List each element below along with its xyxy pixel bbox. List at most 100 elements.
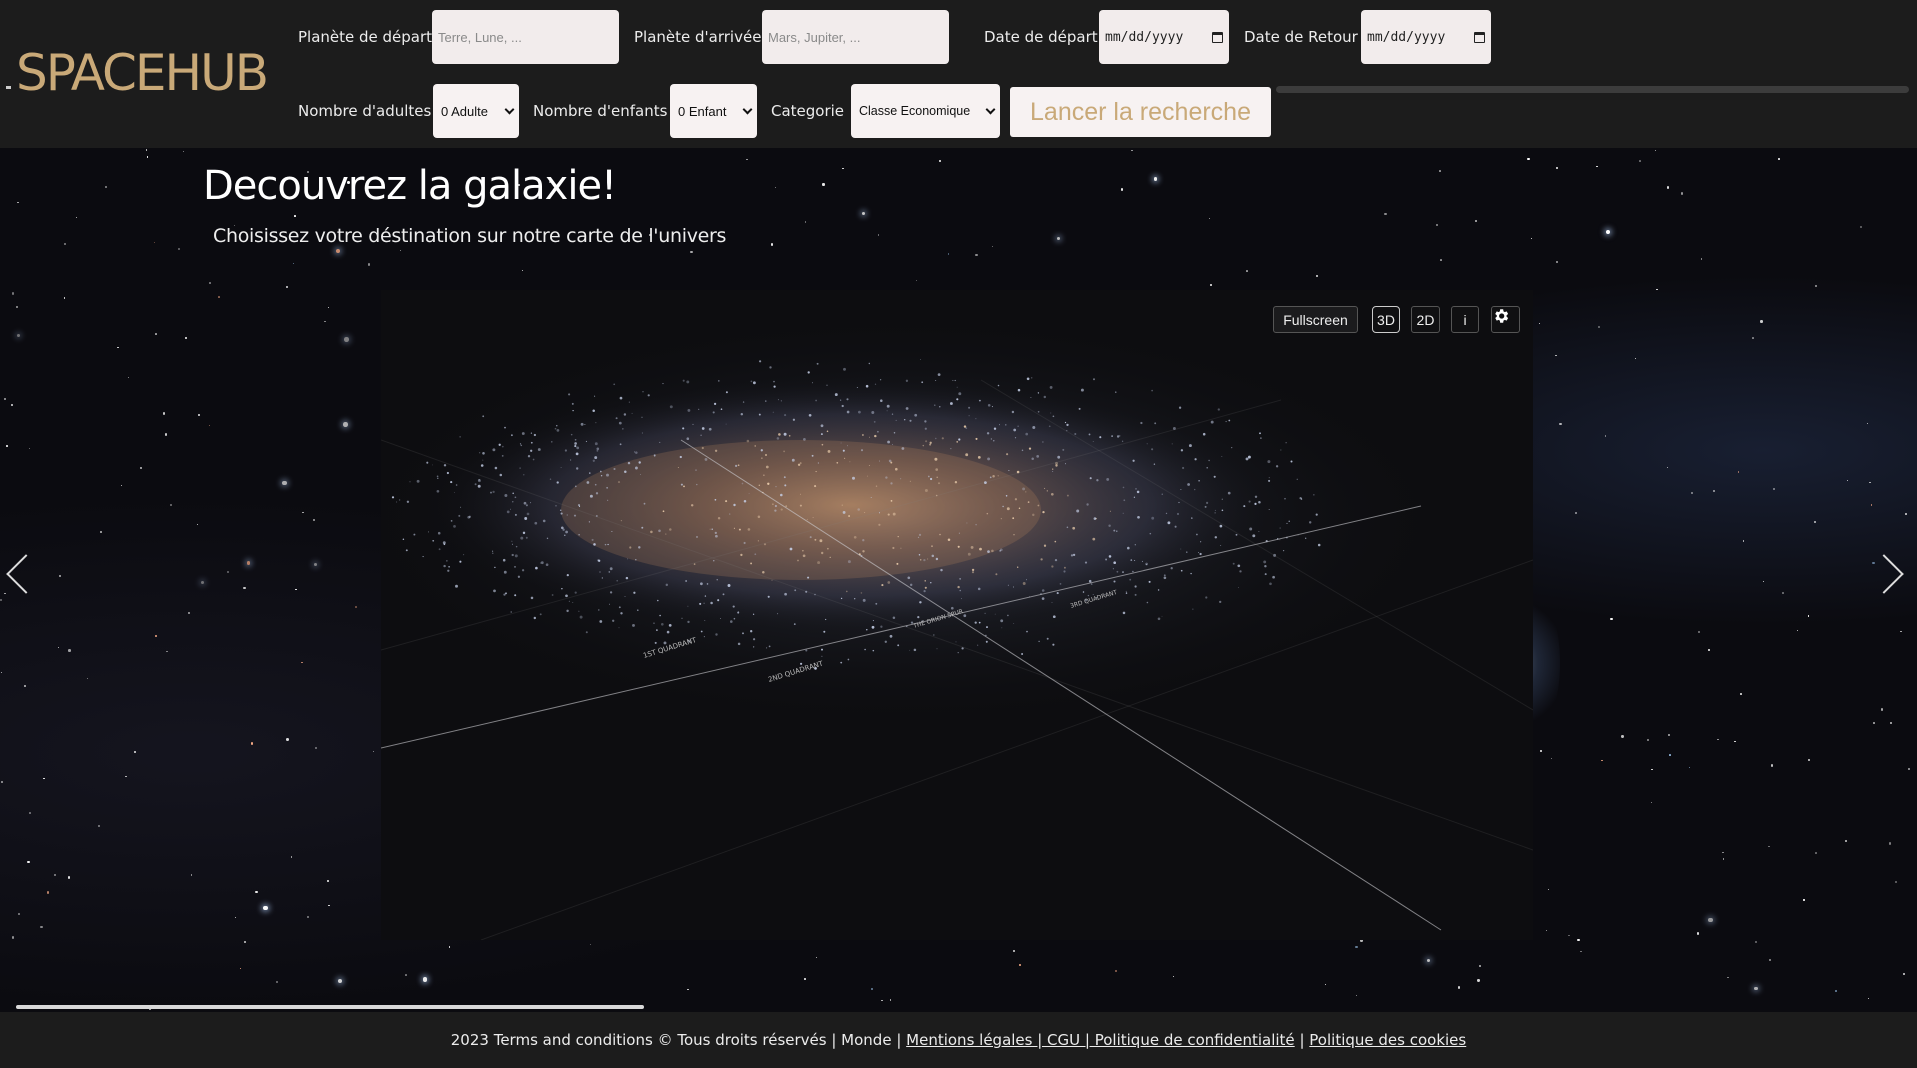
galaxy-star-dot — [1017, 566, 1019, 568]
galaxy-star-dot — [1149, 532, 1152, 535]
galaxy-star-dot — [1116, 570, 1119, 573]
galaxy-star-dot — [1078, 407, 1081, 410]
galaxy-star-dot — [659, 441, 661, 443]
galaxy-star-dot — [977, 587, 981, 591]
calendar-icon[interactable] — [1212, 31, 1223, 43]
view-3d-button[interactable]: 3D — [1372, 306, 1400, 333]
galaxy-star-dot — [1178, 406, 1182, 409]
date-return-input[interactable]: mm/dd/yyyy — [1361, 10, 1491, 64]
galaxy-star-dot — [530, 441, 533, 444]
galaxy-star-dot — [866, 628, 868, 631]
search-button[interactable]: Lancer la recherche — [1010, 87, 1271, 137]
galaxy-star-dot — [1182, 466, 1185, 470]
galaxy-star-dot — [574, 591, 577, 594]
galaxy-star-dot — [1076, 509, 1080, 513]
galaxy-star-dot — [1038, 640, 1040, 643]
galaxy-star-dot — [985, 640, 988, 643]
star — [1727, 976, 1729, 978]
galaxy-star-dot — [860, 449, 864, 452]
children-select[interactable]: 0 Enfant — [670, 84, 757, 138]
adults-select[interactable]: 0 Adulte — [433, 84, 519, 138]
view-2d-button[interactable]: 2D — [1411, 306, 1440, 333]
carousel-progress-bar[interactable] — [16, 1005, 644, 1009]
galaxy-star-dot — [405, 549, 408, 552]
galaxy-star-dot — [458, 514, 461, 517]
galaxy-star-dot — [854, 598, 856, 600]
galaxy-star-dot — [1096, 479, 1099, 482]
galaxy-star-dot — [416, 479, 420, 483]
star — [1647, 739, 1650, 742]
star — [146, 156, 149, 158]
galaxy-star-dot — [1122, 611, 1126, 615]
galaxy-star-dot — [974, 621, 977, 624]
galaxy-star-dot — [765, 400, 767, 402]
adults-select-value: 0 Adulte — [441, 103, 488, 119]
star — [63, 297, 66, 299]
logo[interactable]: SPACEHUB — [16, 44, 269, 102]
galaxy-star-dot — [879, 460, 880, 462]
galaxy-star-dot — [1205, 596, 1208, 599]
galaxy-star-dot — [1286, 522, 1288, 524]
galaxy-star-dot — [1005, 424, 1007, 426]
star — [889, 999, 892, 1001]
date-depart-input[interactable]: mm/dd/yyyy — [1099, 10, 1229, 64]
galaxy-star-dot — [924, 427, 927, 430]
galaxy-star-dot — [1043, 544, 1047, 547]
galaxy-star-dot — [767, 595, 770, 598]
galaxy-star-dot — [821, 655, 823, 657]
category-select[interactable]: Classe Economique — [851, 84, 1000, 138]
galaxy-star-dot — [561, 588, 563, 590]
galaxy-star-dot — [1317, 543, 1321, 547]
galaxy-star-dot — [527, 455, 531, 458]
star — [301, 661, 304, 664]
galaxy-star-dot — [843, 367, 846, 371]
star — [1768, 845, 1770, 848]
calendar-icon[interactable] — [1474, 31, 1485, 43]
galaxy-star-dot — [1137, 515, 1140, 519]
galaxy-star-dot — [975, 523, 977, 526]
galaxy-star-dot — [966, 522, 968, 524]
galaxy-star-dot — [514, 513, 517, 516]
star — [11, 404, 13, 407]
header-scrollbar[interactable] — [1276, 86, 1909, 93]
galaxy-star-dot — [1116, 435, 1120, 438]
galaxy-star-dot — [1026, 377, 1030, 381]
galaxy-star-dot — [589, 494, 593, 498]
star — [1754, 940, 1757, 943]
fullscreen-button[interactable]: Fullscreen — [1273, 306, 1358, 333]
star — [286, 285, 289, 288]
galaxy-star-dot — [432, 464, 433, 466]
star — [1621, 735, 1624, 738]
galaxy-star-dot — [1136, 490, 1140, 494]
galaxy-star-dot — [572, 602, 574, 604]
galaxy-star-dot — [1221, 498, 1223, 500]
galaxy-star-dot — [1052, 615, 1056, 619]
arrival-input[interactable] — [762, 10, 949, 64]
galaxy-star-dot — [1267, 460, 1271, 464]
galaxy-star-dot — [1248, 500, 1251, 503]
galaxy-star-dot — [1011, 410, 1015, 414]
galaxy-star-dot — [1200, 541, 1202, 543]
departure-input[interactable] — [432, 10, 619, 64]
galaxy-star-dot — [936, 648, 938, 650]
settings-button[interactable] — [1491, 306, 1520, 333]
galaxy-map-canvas[interactable]: 1ST QUADRANT 2ND QUADRANT THE ORION SPUR… — [381, 290, 1533, 940]
galaxy-star-dot — [409, 481, 411, 483]
galaxy-star-dot — [1151, 389, 1153, 392]
galaxy-star-dot — [720, 408, 723, 411]
galaxy-star-dot — [1214, 509, 1216, 511]
footer-legal-links[interactable]: Mentions légales | CGU | Politique de co… — [906, 1031, 1295, 1049]
galaxy-star-dot — [506, 510, 510, 514]
galaxy-star-dot — [1130, 559, 1133, 561]
galaxy-star-dot — [1044, 487, 1046, 489]
footer-cookies-link[interactable]: Politique des cookies — [1309, 1031, 1466, 1049]
galaxy-star-dot — [686, 437, 690, 441]
galaxy-star-dot — [725, 391, 728, 394]
galaxy-star-dot — [1269, 582, 1272, 586]
chevron-down-icon — [504, 104, 515, 114]
info-button[interactable]: i — [1451, 306, 1479, 333]
galaxy-star-dot — [742, 632, 744, 635]
galaxy-map[interactable]: 1ST QUADRANT 2ND QUADRANT THE ORION SPUR… — [381, 290, 1533, 940]
star — [1426, 958, 1431, 962]
galaxy-star-dot — [788, 435, 791, 437]
